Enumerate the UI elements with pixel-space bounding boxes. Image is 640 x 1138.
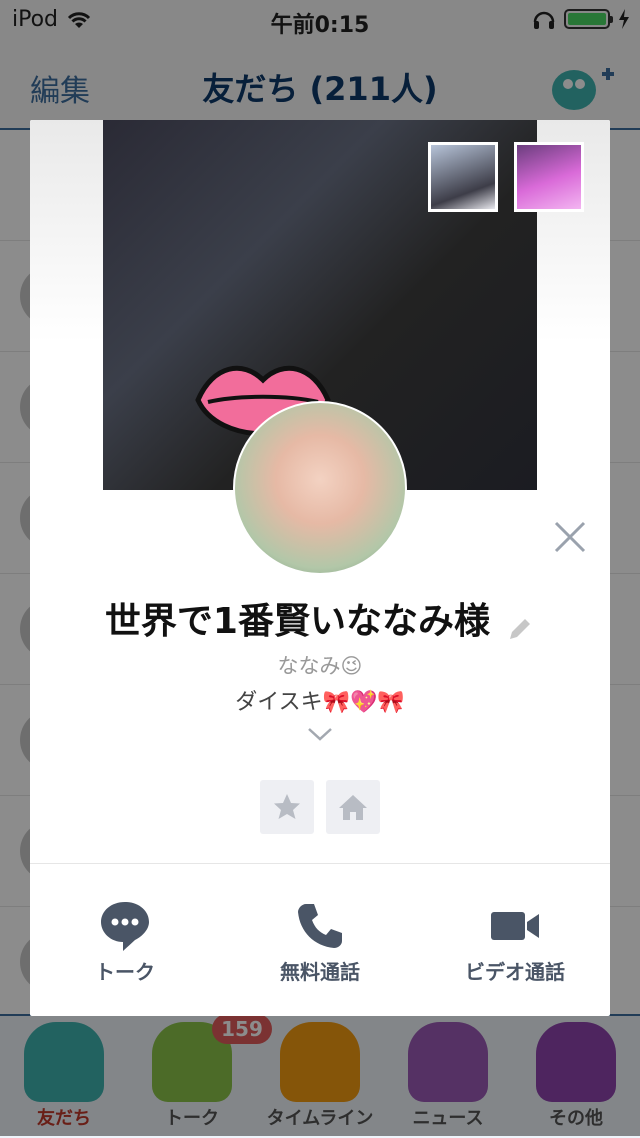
cover-thumbnail[interactable] xyxy=(428,142,498,212)
profile-name: 世界で1番賢いななみ様 xyxy=(104,601,490,642)
favorite-button[interactable] xyxy=(260,780,314,834)
profile-status-message: ダイスキ🎀💖🎀 xyxy=(235,690,405,715)
pencil-icon[interactable] xyxy=(505,614,535,644)
talk-label: トーク xyxy=(95,960,155,984)
video-camera-icon xyxy=(491,912,539,940)
home-icon xyxy=(339,795,367,820)
profile-modal: 世界で1番賢いななみ様 ななみ😉 ダイスキ🎀💖🎀 トーク 無料通話 ビデオ通話 xyxy=(30,120,610,1016)
profile-avatar[interactable] xyxy=(233,401,407,575)
free-call-label: 無料通話 xyxy=(280,960,360,984)
profile-subname: ななみ😉 xyxy=(277,654,363,678)
divider xyxy=(30,863,610,864)
profile-name-row: 世界で1番賢いななみ様 xyxy=(30,592,610,644)
phone-icon xyxy=(298,904,342,948)
chat-bubble-icon xyxy=(101,902,149,951)
home-button[interactable] xyxy=(326,780,380,834)
cover-thumbnail[interactable] xyxy=(514,142,584,212)
close-icon[interactable] xyxy=(553,520,587,554)
video-call-button[interactable]: ビデオ通話 xyxy=(420,890,610,990)
star-icon xyxy=(274,794,300,819)
video-call-label: ビデオ通話 xyxy=(465,960,565,984)
talk-button[interactable]: トーク xyxy=(30,890,220,990)
chevron-down-icon[interactable] xyxy=(307,726,333,742)
free-call-button[interactable]: 無料通話 xyxy=(225,890,415,990)
